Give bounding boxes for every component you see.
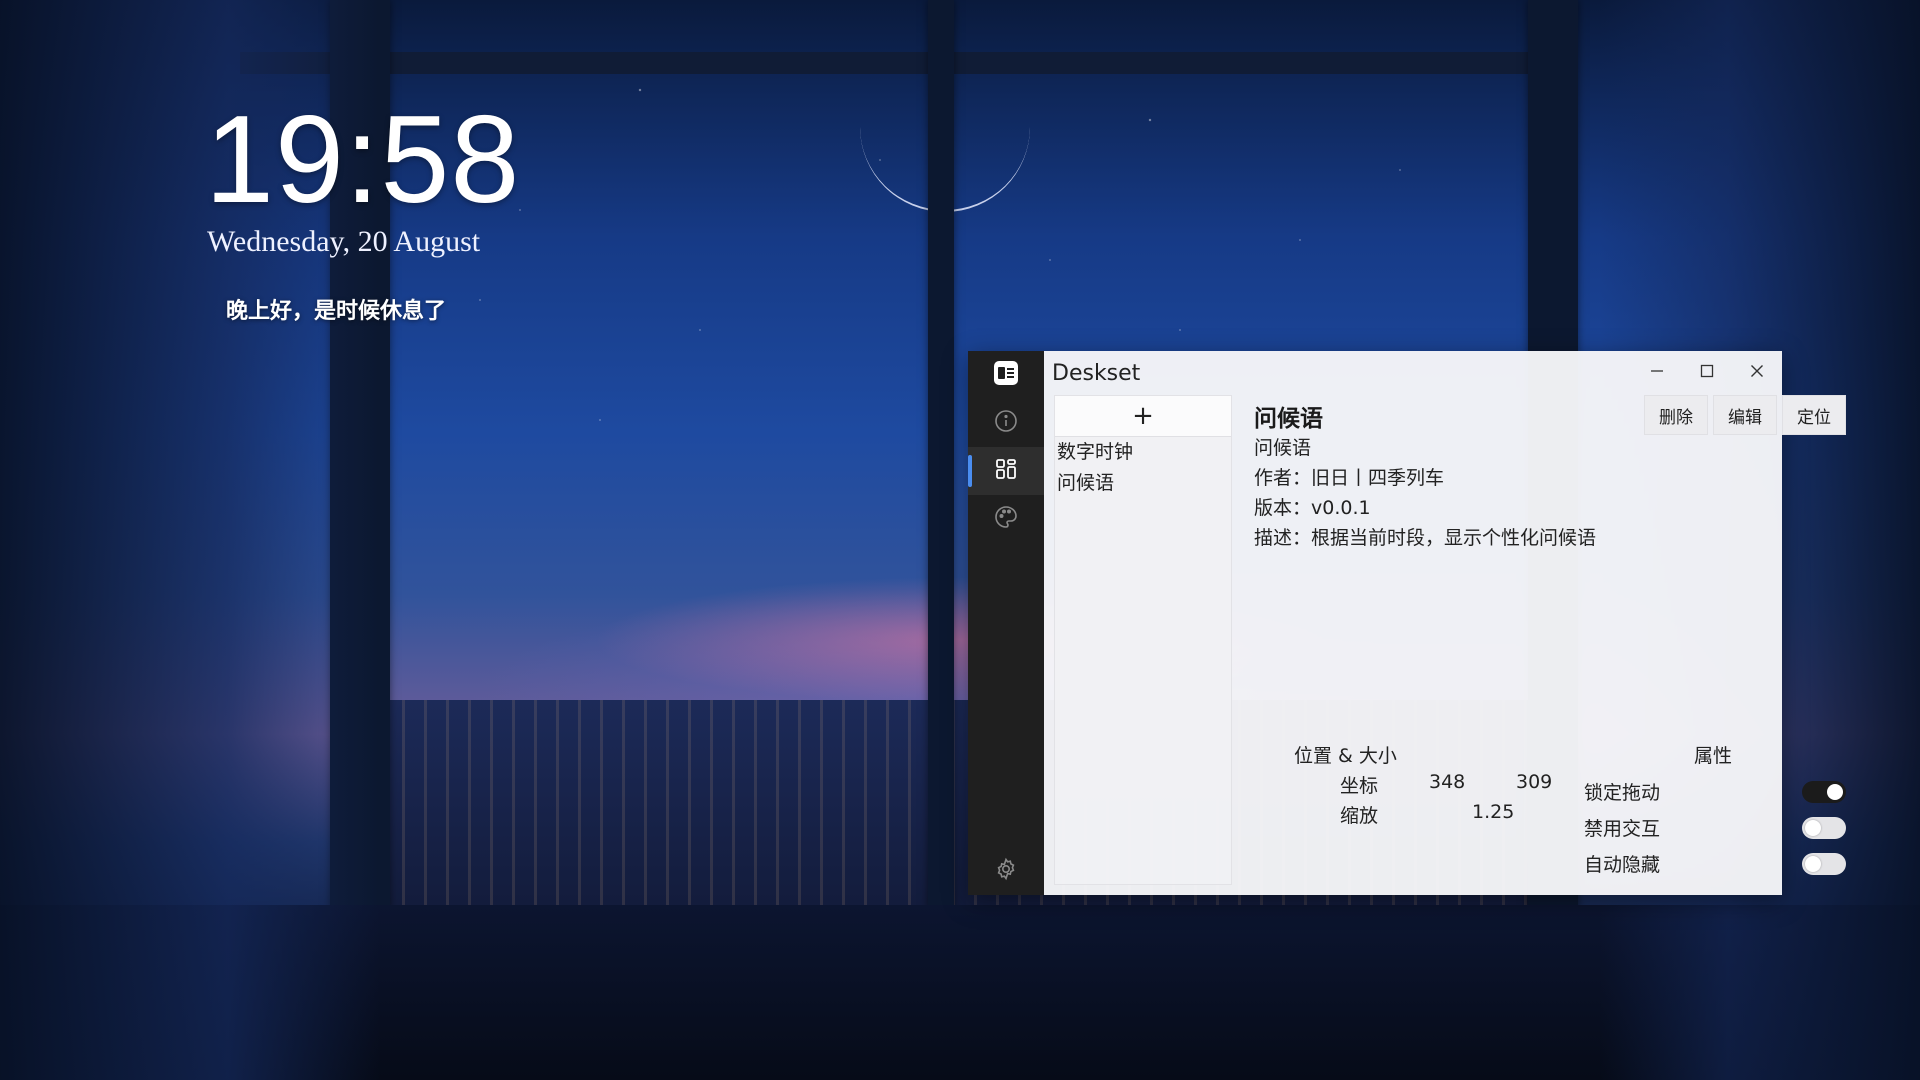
detail-version: 版本：v0.0.1: [1254, 497, 1371, 519]
properties-heading: 属性: [1694, 745, 1733, 767]
scale-label: 缩放: [1340, 805, 1379, 827]
list-item[interactable]: 问候语: [1055, 468, 1231, 499]
info-icon: [994, 409, 1018, 437]
greeting-widget[interactable]: 晚上好，是时候休息了: [226, 293, 446, 325]
lock-drag-toggle[interactable]: [1802, 781, 1846, 803]
sidebar-item-settings[interactable]: [968, 847, 1044, 895]
auto-hide-toggle[interactable]: [1802, 853, 1846, 875]
app-logo-icon: [993, 360, 1019, 390]
coord-y-input[interactable]: 309: [1516, 771, 1552, 793]
sidebar-logo[interactable]: [968, 351, 1044, 399]
detail-name: 问候语: [1254, 437, 1312, 459]
palette-icon: [994, 505, 1018, 533]
window-frame-middle: [928, 0, 954, 910]
minimize-button[interactable]: [1632, 351, 1682, 395]
lock-drag-label: 锁定拖动: [1584, 782, 1661, 804]
sidebar-item-about[interactable]: [968, 399, 1044, 447]
gear-icon: [994, 857, 1018, 885]
position-size-heading: 位置 & 大小: [1294, 745, 1397, 767]
auto-hide-label: 自动隐藏: [1584, 854, 1661, 876]
widgets-grid-icon: [994, 457, 1018, 485]
coord-label: 坐标: [1340, 775, 1379, 797]
close-icon: [1749, 363, 1765, 383]
deskset-window: Deskset + 数字时钟 问候语 问候语 问候语 作者：旧日丨四季列车 版本…: [968, 351, 1846, 895]
add-widget-button[interactable]: +: [1055, 396, 1231, 437]
toggle-knob: [1805, 856, 1821, 872]
window-frame-beam: [240, 52, 1540, 74]
clock-time: 19:58: [205, 91, 521, 229]
disable-interaction-toggle[interactable]: [1802, 817, 1846, 839]
edit-button[interactable]: 编辑: [1713, 395, 1777, 435]
toggle-knob: [1805, 820, 1821, 836]
detail-description: 描述：根据当前时段，显示个性化问候语: [1254, 527, 1597, 549]
clock-date: Wednesday, 20 August: [207, 225, 481, 258]
widget-list-panel: + 数字时钟 问候语: [1054, 395, 1232, 885]
sidebar: [968, 351, 1044, 895]
toggle-knob: [1827, 784, 1843, 800]
delete-button[interactable]: 删除: [1644, 395, 1708, 435]
title-bar[interactable]: Deskset: [1044, 351, 1782, 395]
list-item[interactable]: 数字时钟: [1055, 437, 1231, 468]
sidebar-item-themes[interactable]: [968, 495, 1044, 543]
disable-interaction-label: 禁用交互: [1584, 818, 1661, 840]
window-title: Deskset: [1052, 360, 1141, 386]
minimize-icon: [1649, 363, 1665, 383]
digital-clock-widget[interactable]: 19:58 Wednesday, 20 August: [205, 95, 520, 259]
locate-button[interactable]: 定位: [1782, 395, 1846, 435]
sidebar-item-widgets[interactable]: [968, 447, 1044, 495]
detail-author: 作者：旧日丨四季列车: [1254, 467, 1445, 489]
maximize-button[interactable]: [1682, 351, 1732, 395]
scale-input[interactable]: 1.25: [1472, 801, 1514, 823]
desktop-wallpaper: 19:58 Wednesday, 20 August 晚上好，是时候休息了 De…: [0, 0, 1920, 1080]
close-button[interactable]: [1732, 351, 1782, 395]
coord-x-input[interactable]: 348: [1429, 771, 1465, 793]
main-panel: Deskset + 数字时钟 问候语 问候语 问候语 作者：旧日丨四季列车 版本…: [1044, 351, 1846, 895]
maximize-icon: [1699, 363, 1715, 383]
